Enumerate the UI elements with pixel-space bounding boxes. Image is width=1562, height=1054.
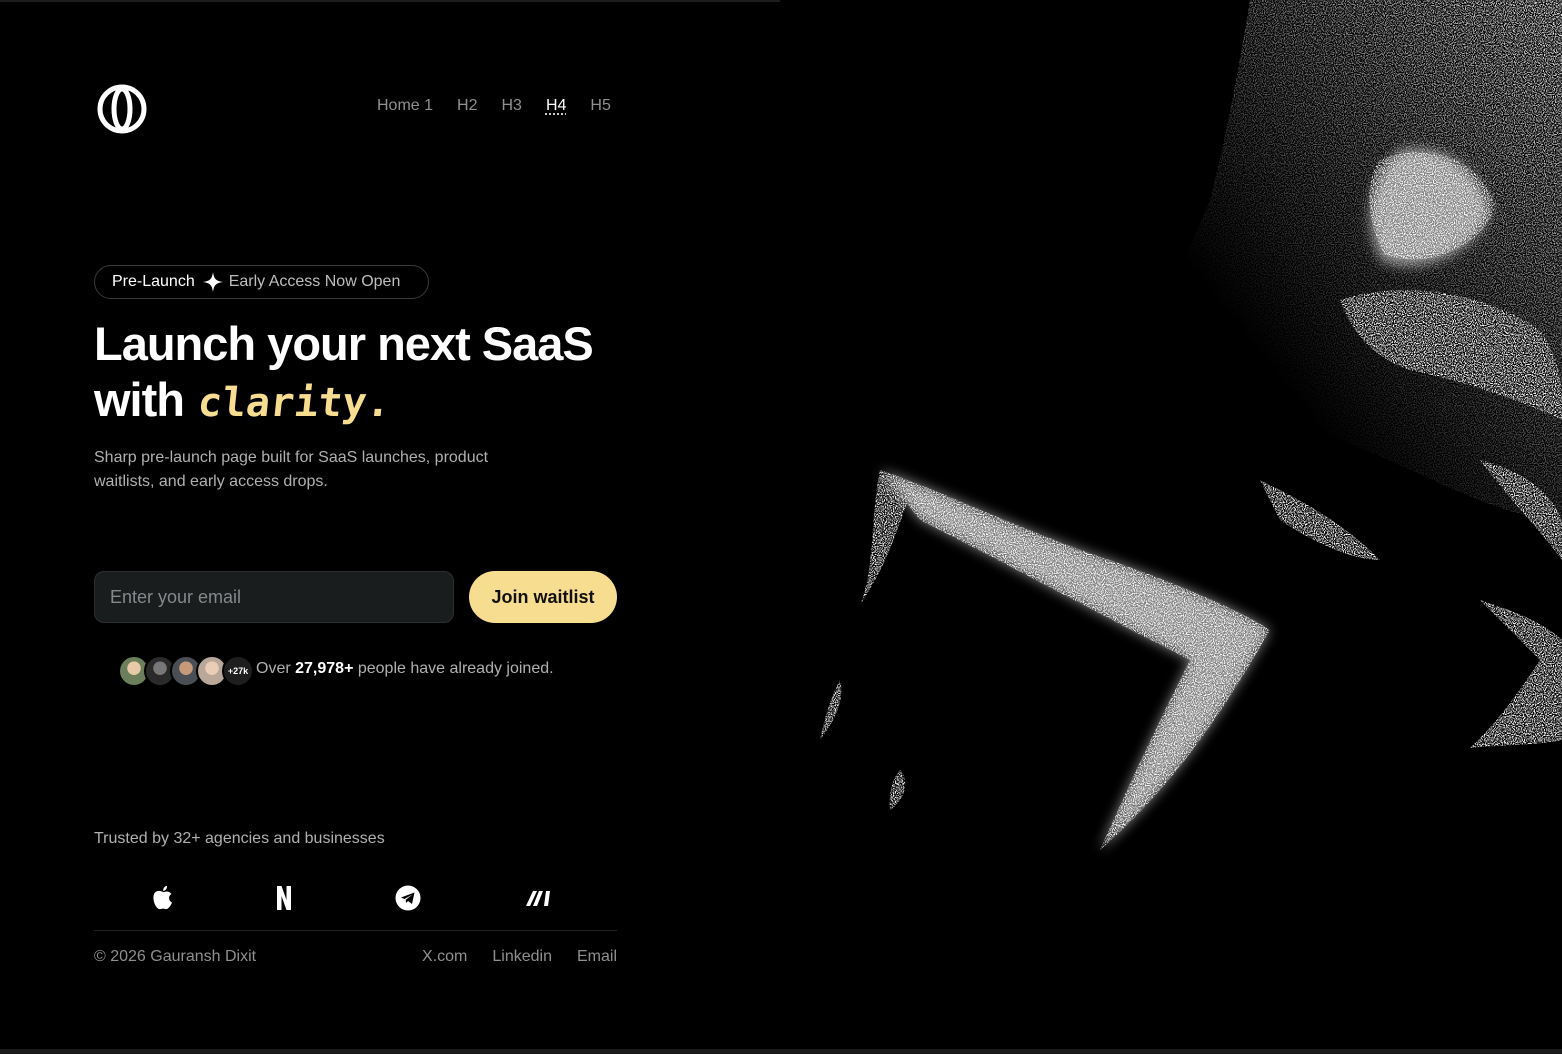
- footer-divider: [94, 930, 617, 931]
- make-icon: [525, 885, 551, 911]
- email-input[interactable]: [94, 571, 454, 623]
- headline-line-1: Launch your next SaaS: [94, 317, 594, 370]
- dithered-hero-illustration: [780, 0, 1562, 1049]
- avatar-count-badge: +27k: [222, 655, 254, 687]
- joined-prefix: Over: [256, 660, 291, 677]
- hero-headline: Launch your next SaaS with clarity.: [94, 316, 594, 431]
- apple-icon: [150, 885, 176, 911]
- brand-logo-icon[interactable]: [97, 84, 147, 134]
- telegram-icon: [395, 885, 421, 911]
- badge-primary-label: Pre-Launch: [112, 273, 195, 290]
- top-border: [0, 0, 780, 2]
- footer-link-linkedin[interactable]: Linkedin: [492, 948, 552, 966]
- hero-subtitle: Sharp pre-launch page built for SaaS lau…: [94, 449, 489, 490]
- copyright-text: © 2026 Gauransh Dixit: [94, 948, 257, 965]
- footer-links: X.com Linkedin Email: [422, 948, 617, 966]
- joined-count: 27,978+: [295, 660, 354, 677]
- nav-home-1[interactable]: Home 1: [377, 97, 433, 115]
- bottom-border: [0, 1049, 1562, 1054]
- trusted-label: Trusted by 32+ agencies and businesses: [94, 830, 385, 847]
- nav-h2[interactable]: H2: [457, 97, 477, 115]
- nav-h5[interactable]: H5: [590, 97, 610, 115]
- top-nav: Home 1 H2 H3 H4 H5: [377, 97, 611, 115]
- nav-h3[interactable]: H3: [501, 97, 521, 115]
- sparkle-icon: [202, 272, 223, 292]
- joined-suffix: people have already joined.: [357, 660, 554, 677]
- avatar-stack: +27k: [118, 655, 254, 687]
- nav-h4[interactable]: H4: [546, 97, 566, 115]
- footer-link-x[interactable]: X.com: [422, 948, 467, 966]
- join-waitlist-button[interactable]: Join waitlist: [469, 571, 617, 623]
- headline-accent: clarity.: [195, 380, 394, 426]
- badge-secondary-label: Early Access Now Open: [228, 273, 401, 290]
- netflix-icon: [271, 885, 297, 911]
- joined-count-text: Over 27,978+ people have already joined.: [256, 660, 554, 678]
- footer-link-email[interactable]: Email: [577, 948, 617, 966]
- headline-line-2: with: [94, 373, 185, 426]
- pre-launch-badge: Pre-Launch Early Access Now Open: [94, 265, 429, 299]
